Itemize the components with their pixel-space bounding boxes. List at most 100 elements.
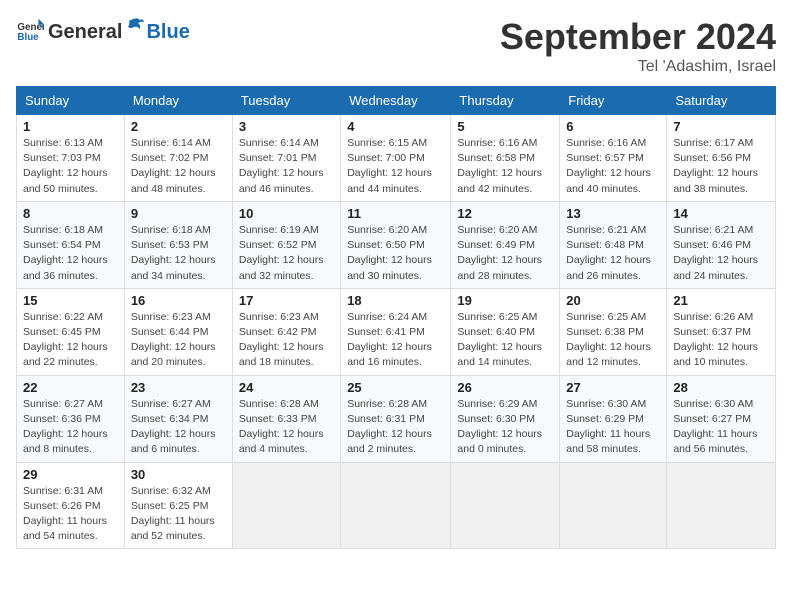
day-info: Sunrise: 6:29 AMSunset: 6:30 PMDaylight:…	[457, 397, 553, 458]
day-info: Sunrise: 6:23 AMSunset: 6:42 PMDaylight:…	[239, 310, 334, 371]
day-info: Sunrise: 6:25 AMSunset: 6:38 PMDaylight:…	[566, 310, 660, 371]
month-title: September 2024	[500, 16, 776, 58]
title-block: September 2024 Tel 'Adashim, Israel	[500, 16, 776, 76]
calendar-cell: 28 Sunrise: 6:30 AMSunset: 6:27 PMDayligh…	[667, 375, 776, 462]
calendar-cell: 17Sunrise: 6:23 AMSunset: 6:42 PMDayligh…	[232, 288, 340, 375]
day-number: 3	[239, 119, 334, 134]
day-number: 2	[131, 119, 226, 134]
calendar-cell: 3 Sunrise: 6:14 AMSunset: 7:01 PMDaylight…	[232, 115, 340, 202]
logo-icon: General Blue	[16, 16, 44, 44]
calendar-cell: 25 Sunrise: 6:28 AMSunset: 6:31 PMDayligh…	[341, 375, 451, 462]
calendar-cell: 19Sunrise: 6:25 AMSunset: 6:40 PMDayligh…	[451, 288, 560, 375]
calendar-cell: 15 Sunrise: 6:22 AMSunset: 6:45 PMDayligh…	[17, 288, 125, 375]
weekday-header: Wednesday	[341, 87, 451, 115]
calendar-cell: 23 Sunrise: 6:27 AMSunset: 6:34 PMDayligh…	[124, 375, 232, 462]
calendar-cell: 4 Sunrise: 6:15 AMSunset: 7:00 PMDaylight…	[341, 115, 451, 202]
day-number: 26	[457, 380, 553, 395]
day-info: Sunrise: 6:14 AMSunset: 7:02 PMDaylight:…	[131, 136, 226, 197]
day-number: 10	[239, 206, 334, 221]
calendar-cell: 2 Sunrise: 6:14 AMSunset: 7:02 PMDaylight…	[124, 115, 232, 202]
calendar-cell	[451, 462, 560, 549]
calendar-cell: 1Sunrise: 6:13 AMSunset: 7:03 PMDaylight…	[17, 115, 125, 202]
day-info: Sunrise: 6:21 AMSunset: 6:46 PMDaylight:…	[673, 223, 769, 284]
day-info: Sunrise: 6:32 AMSunset: 6:25 PMDaylight:…	[131, 484, 226, 545]
calendar-header-row: SundayMondayTuesdayWednesdayThursdayFrid…	[17, 87, 776, 115]
day-info: Sunrise: 6:18 AMSunset: 6:53 PMDaylight:…	[131, 223, 226, 284]
calendar-cell: 16 Sunrise: 6:23 AMSunset: 6:44 PMDayligh…	[124, 288, 232, 375]
day-number: 9	[131, 206, 226, 221]
day-number: 12	[457, 206, 553, 221]
logo-general: General	[48, 21, 122, 44]
calendar-cell	[341, 462, 451, 549]
day-number: 28	[673, 380, 769, 395]
day-number: 18	[347, 293, 444, 308]
calendar-cell: 7 Sunrise: 6:17 AMSunset: 6:56 PMDaylight…	[667, 115, 776, 202]
day-number: 11	[347, 206, 444, 221]
day-number: 8	[23, 206, 118, 221]
logo: General Blue General Blue	[16, 16, 190, 44]
calendar-cell: 9 Sunrise: 6:18 AMSunset: 6:53 PMDaylight…	[124, 201, 232, 288]
logo-bird-icon	[123, 16, 145, 38]
day-number: 16	[131, 293, 226, 308]
weekday-header: Sunday	[17, 87, 125, 115]
calendar-week-row: 1Sunrise: 6:13 AMSunset: 7:03 PMDaylight…	[17, 115, 776, 202]
calendar-table: SundayMondayTuesdayWednesdayThursdayFrid…	[16, 86, 776, 549]
calendar-cell: 29 Sunrise: 6:31 AMSunset: 6:26 PMDayligh…	[17, 462, 125, 549]
calendar-cell: 21 Sunrise: 6:26 AMSunset: 6:37 PMDayligh…	[667, 288, 776, 375]
day-number: 22	[23, 380, 118, 395]
calendar-week-row: 8 Sunrise: 6:18 AMSunset: 6:54 PMDaylight…	[17, 201, 776, 288]
calendar-cell: 24Sunrise: 6:28 AMSunset: 6:33 PMDayligh…	[232, 375, 340, 462]
page-header: General Blue General Blue September 2024…	[16, 16, 776, 76]
day-info: Sunrise: 6:15 AMSunset: 7:00 PMDaylight:…	[347, 136, 444, 197]
day-number: 25	[347, 380, 444, 395]
day-number: 5	[457, 119, 553, 134]
calendar-cell: 13 Sunrise: 6:21 AMSunset: 6:48 PMDayligh…	[560, 201, 667, 288]
day-info: Sunrise: 6:31 AMSunset: 6:26 PMDaylight:…	[23, 484, 118, 545]
calendar-cell: 30 Sunrise: 6:32 AMSunset: 6:25 PMDayligh…	[124, 462, 232, 549]
calendar-cell: 12Sunrise: 6:20 AMSunset: 6:49 PMDayligh…	[451, 201, 560, 288]
day-info: Sunrise: 6:27 AMSunset: 6:36 PMDaylight:…	[23, 397, 118, 458]
day-info: Sunrise: 6:14 AMSunset: 7:01 PMDaylight:…	[239, 136, 334, 197]
calendar-cell: 11 Sunrise: 6:20 AMSunset: 6:50 PMDayligh…	[341, 201, 451, 288]
weekday-header: Friday	[560, 87, 667, 115]
weekday-header: Saturday	[667, 87, 776, 115]
day-info: Sunrise: 6:22 AMSunset: 6:45 PMDaylight:…	[23, 310, 118, 371]
day-info: Sunrise: 6:17 AMSunset: 6:56 PMDaylight:…	[673, 136, 769, 197]
day-number: 14	[673, 206, 769, 221]
calendar-cell: 26 Sunrise: 6:29 AMSunset: 6:30 PMDayligh…	[451, 375, 560, 462]
calendar-cell: 6Sunrise: 6:16 AMSunset: 6:57 PMDaylight…	[560, 115, 667, 202]
calendar-cell: 14 Sunrise: 6:21 AMSunset: 6:46 PMDayligh…	[667, 201, 776, 288]
day-info: Sunrise: 6:16 AMSunset: 6:57 PMDaylight:…	[566, 136, 660, 197]
day-info: Sunrise: 6:28 AMSunset: 6:31 PMDaylight:…	[347, 397, 444, 458]
location-title: Tel 'Adashim, Israel	[500, 58, 776, 76]
logo-blue: Blue	[146, 21, 189, 44]
weekday-header: Thursday	[451, 87, 560, 115]
day-info: Sunrise: 6:30 AMSunset: 6:29 PMDaylight:…	[566, 397, 660, 458]
day-number: 30	[131, 467, 226, 482]
day-number: 23	[131, 380, 226, 395]
day-number: 24	[239, 380, 334, 395]
day-number: 15	[23, 293, 118, 308]
day-info: Sunrise: 6:26 AMSunset: 6:37 PMDaylight:…	[673, 310, 769, 371]
day-number: 27	[566, 380, 660, 395]
day-info: Sunrise: 6:23 AMSunset: 6:44 PMDaylight:…	[131, 310, 226, 371]
calendar-week-row: 15 Sunrise: 6:22 AMSunset: 6:45 PMDayligh…	[17, 288, 776, 375]
day-info: Sunrise: 6:21 AMSunset: 6:48 PMDaylight:…	[566, 223, 660, 284]
calendar-week-row: 22 Sunrise: 6:27 AMSunset: 6:36 PMDayligh…	[17, 375, 776, 462]
day-number: 29	[23, 467, 118, 482]
day-info: Sunrise: 6:20 AMSunset: 6:50 PMDaylight:…	[347, 223, 444, 284]
day-number: 4	[347, 119, 444, 134]
day-info: Sunrise: 6:19 AMSunset: 6:52 PMDaylight:…	[239, 223, 334, 284]
day-info: Sunrise: 6:30 AMSunset: 6:27 PMDaylight:…	[673, 397, 769, 458]
calendar-cell: 8 Sunrise: 6:18 AMSunset: 6:54 PMDaylight…	[17, 201, 125, 288]
day-info: Sunrise: 6:16 AMSunset: 6:58 PMDaylight:…	[457, 136, 553, 197]
day-number: 21	[673, 293, 769, 308]
day-info: Sunrise: 6:27 AMSunset: 6:34 PMDaylight:…	[131, 397, 226, 458]
calendar-cell: 22 Sunrise: 6:27 AMSunset: 6:36 PMDayligh…	[17, 375, 125, 462]
day-number: 19	[457, 293, 553, 308]
day-info: Sunrise: 6:18 AMSunset: 6:54 PMDaylight:…	[23, 223, 118, 284]
calendar-cell: 27 Sunrise: 6:30 AMSunset: 6:29 PMDayligh…	[560, 375, 667, 462]
day-number: 7	[673, 119, 769, 134]
day-number: 1	[23, 119, 118, 134]
day-number: 13	[566, 206, 660, 221]
